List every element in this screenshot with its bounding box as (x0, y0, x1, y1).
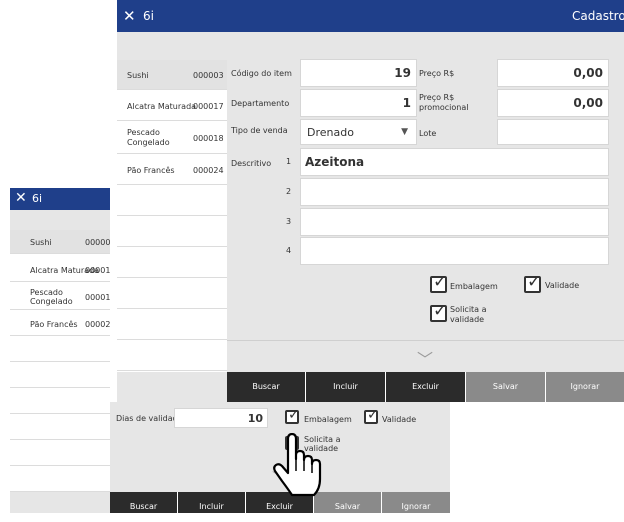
validade-label: Validade (545, 281, 580, 290)
back-list-row-empty (10, 364, 110, 388)
back-buscar-button[interactable]: Buscar (110, 492, 177, 513)
chevron-down-icon[interactable]: ﹀ (417, 346, 433, 370)
list-item[interactable]: Pão Francês 000024 (117, 155, 227, 185)
back-validade-label: Validade (382, 415, 417, 424)
embalagem-checkbox[interactable]: ✓ (430, 272, 447, 293)
divider (227, 340, 624, 341)
descritivo-line-1[interactable]: Azeitona (300, 148, 609, 176)
descritivo-line-2[interactable] (300, 178, 609, 206)
descritivo-line-3[interactable] (300, 208, 609, 236)
list-row-empty (117, 279, 227, 309)
back-embalagem-label: Embalagem (304, 415, 352, 424)
salvar-button[interactable]: Salvar (466, 372, 545, 402)
front-titlebar: ✕ 6i Cadastro (117, 0, 624, 32)
back-list-row-empty (10, 442, 110, 466)
solicita-validade-checkbox[interactable]: ✓ (430, 301, 447, 322)
incluir-button[interactable]: Incluir (306, 372, 385, 402)
preco-label: Preço R$ (419, 69, 455, 78)
front-window: ✕ 6i Cadastro Sushi 000003 Alcatra Matur… (117, 0, 624, 402)
back-list-row-empty (10, 468, 110, 492)
descritivo-line-number: 1 (286, 157, 292, 166)
back-list-footer (10, 492, 110, 513)
back-list-row-empty (10, 416, 110, 440)
list-item[interactable]: Pescado Congelado 000018 (117, 122, 227, 154)
list-item[interactable]: Sushi 000003 (117, 60, 227, 90)
list-header (117, 32, 227, 60)
buscar-button[interactable]: Buscar (227, 372, 305, 402)
back-ignorar-button[interactable]: Ignorar (382, 492, 450, 513)
check-icon: ✓ (527, 272, 542, 292)
hand-pointer-icon (273, 433, 322, 497)
list-item[interactable]: Alcatra Maturada 000017 (117, 91, 227, 121)
dias-validade-label: Dias de validade (116, 414, 183, 423)
dias-validade-field[interactable]: 10 (174, 408, 268, 428)
back-titlebar: ✕ 6i (10, 188, 110, 210)
back-incluir-button[interactable]: Incluir (178, 492, 245, 513)
list-footer (117, 372, 227, 402)
preco-promocional-field[interactable]: 0,00 (497, 89, 609, 117)
tipo-venda-select[interactable]: Drenado ▼ (300, 119, 417, 145)
lote-field[interactable] (497, 119, 609, 145)
solicita-validade-label: Solicita a validade (450, 305, 487, 324)
back-list-header (10, 210, 110, 230)
descritivo-line-number: 3 (286, 217, 292, 226)
embalagem-label: Embalagem (450, 282, 498, 291)
check-icon: ✓ (433, 301, 448, 321)
back-list-row-empty (10, 390, 110, 414)
descritivo-line-number: 4 (286, 246, 292, 255)
back-list-item[interactable]: Pescado Congelado 00001 (10, 284, 110, 310)
descritivo-line-4[interactable] (300, 237, 609, 265)
descritivo-label: Descritivo (231, 159, 272, 168)
app-title: 6i (143, 9, 154, 23)
back-close-icon[interactable]: ✕ (15, 190, 27, 206)
excluir-button[interactable]: Excluir (386, 372, 465, 402)
preco-field[interactable]: 0,00 (497, 59, 609, 87)
dropdown-arrow-icon: ▼ (401, 127, 408, 137)
back-list-item[interactable]: Alcatra Maturada 00001 (10, 258, 110, 282)
back-embalagem-checkbox[interactable]: ✓ (285, 407, 300, 424)
lote-label: Lote (419, 129, 437, 138)
preco-promocional-label: Preço R$ promocional (419, 93, 469, 112)
codigo-label: Código do item (231, 69, 292, 78)
tipo-venda-label: Tipo de venda (231, 126, 288, 135)
codigo-field[interactable]: 19 (300, 59, 417, 87)
ignorar-button[interactable]: Ignorar (546, 372, 624, 402)
back-list-row-empty (10, 338, 110, 362)
list-row-empty (117, 248, 227, 278)
check-icon: ✓ (433, 272, 448, 292)
list-row-empty (117, 341, 227, 371)
list-row-empty (117, 217, 227, 247)
departamento-field[interactable]: 1 (300, 89, 417, 117)
check-icon: ✓ (367, 407, 379, 423)
close-icon[interactable]: ✕ (123, 7, 136, 25)
back-app-title: 6i (32, 192, 43, 205)
list-row-empty (117, 186, 227, 216)
back-validade-checkbox[interactable]: ✓ (364, 407, 379, 424)
departamento-label: Departamento (231, 99, 290, 108)
window-title: Cadastro (572, 9, 624, 23)
descritivo-line-number: 2 (286, 187, 292, 196)
check-icon: ✓ (288, 407, 300, 423)
back-list-item[interactable]: Sushi 00000 (10, 230, 110, 254)
validade-checkbox[interactable]: ✓ (524, 272, 541, 293)
back-list-item[interactable]: Pão Francês 00002 (10, 312, 110, 336)
list-row-empty (117, 310, 227, 340)
